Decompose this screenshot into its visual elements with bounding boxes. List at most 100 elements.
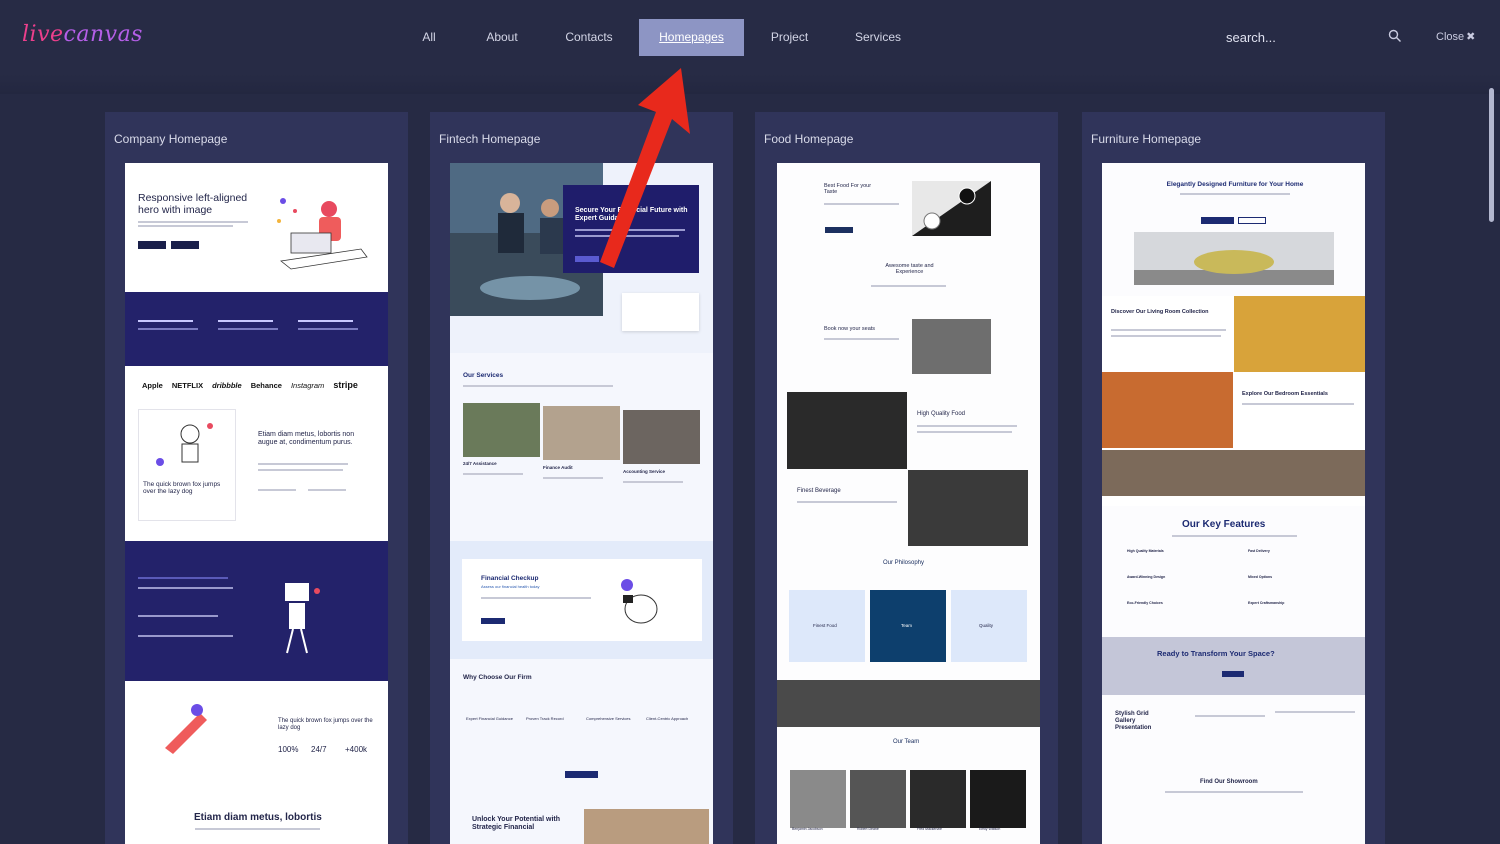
logo[interactable]: livecanvas — [22, 22, 143, 47]
team-photo — [790, 770, 846, 828]
text-line — [218, 328, 278, 330]
close-icon: ✖ — [1466, 31, 1476, 43]
text-line — [917, 425, 1017, 427]
furniture-preview-thumbnail[interactable]: Elegantly Designed Furniture for Your Ho… — [1102, 163, 1365, 844]
feature-item: Fast Delivery — [1248, 549, 1270, 553]
nav-item-contacts[interactable]: Contacts — [558, 19, 620, 56]
nav-item-services[interactable]: Services — [848, 19, 908, 56]
text-line — [623, 481, 683, 483]
nav-item-all[interactable]: All — [409, 19, 449, 56]
restaurant-photo — [912, 319, 991, 374]
rocket-illustration — [165, 704, 207, 754]
text-line — [1195, 715, 1265, 717]
awesome-title: Awesome taste and Experience — [885, 263, 934, 276]
team-member-name: Fred Mackenzie — [917, 827, 942, 831]
logo-dribbble: dribbble — [212, 380, 242, 390]
nav-item-homepages[interactable]: Homepages — [639, 19, 744, 56]
text-line — [463, 385, 613, 387]
service-col-title: 24/7 Assistance — [463, 461, 497, 466]
homepage-card-fintech[interactable]: Fintech Homepage Secure Your Financial F… — [430, 112, 733, 844]
text-line — [824, 338, 899, 340]
homepage-card-furniture[interactable]: Furniture Homepage Elegantly Designed Fu… — [1082, 112, 1385, 844]
service-col-title: Finance Audit — [543, 465, 573, 470]
text-line — [195, 828, 320, 830]
coffee-cups-photo — [912, 181, 991, 236]
cta-button — [1222, 671, 1244, 677]
hero-illustration — [277, 198, 368, 270]
robot-illustration — [285, 583, 320, 654]
services-title: Our Services — [463, 372, 504, 379]
text-line — [258, 469, 343, 471]
text-line — [871, 285, 946, 287]
text-line — [218, 320, 273, 322]
text-line — [308, 489, 346, 491]
living-room-title: Discover Our Living Room Collection — [1111, 309, 1209, 315]
feature-item: Mixed Options — [1248, 575, 1273, 579]
astronaut-illustration — [156, 423, 213, 466]
google-play-badge — [171, 241, 199, 249]
food-preview-thumbnail[interactable]: Best Food For your Taste Awesome taste a… — [777, 163, 1040, 844]
card-title: Company Homepage — [114, 132, 228, 146]
search-input[interactable] — [1226, 27, 1376, 47]
nav-item-project[interactable]: Project — [762, 19, 817, 56]
piggy-bank-illustration — [621, 579, 658, 624]
text-line — [824, 203, 899, 205]
fintech-preview-thumbnail[interactable]: Secure Your Financial Future with Expert… — [450, 163, 713, 844]
team-photo — [850, 770, 906, 828]
stat-value: 24/7 — [311, 745, 327, 754]
team-member-name: Emily Watson — [979, 827, 1001, 831]
hero-title: Responsive left-aligned hero with image — [138, 192, 248, 217]
philosophy-col-title: Team — [901, 623, 913, 628]
team-member-name: Benjamin Jacobson — [792, 827, 823, 831]
stats-title: The quick brown fox jumps over the lazy … — [278, 718, 373, 731]
hero-title: Secure Your Financial Future with Expert… — [575, 207, 688, 223]
stat-value: 100% — [278, 745, 299, 754]
feature-item: Expert Craftsmanship — [1248, 601, 1285, 605]
text-line — [543, 477, 603, 479]
text-line — [1275, 711, 1355, 713]
service-photo — [543, 406, 620, 460]
text-line — [258, 489, 296, 491]
philosophy-title: Our Philosophy — [883, 560, 925, 566]
stat-value: +400k — [345, 745, 368, 754]
card-title: Fintech Homepage — [439, 132, 541, 146]
bar-photo — [787, 392, 907, 469]
search-icon[interactable] — [1388, 29, 1402, 43]
scrollbar[interactable] — [1489, 88, 1494, 222]
feature-title: Etiam diam metus, lobortis non augue at,… — [258, 431, 355, 447]
close-button[interactable]: Close ✖ — [1436, 30, 1475, 43]
cta-title: Ready to Transform Your Space? — [1157, 649, 1275, 658]
glasses-photo — [908, 470, 1028, 546]
top-bar: livecanvas All About Contacts Homepages … — [0, 0, 1500, 74]
philosophy-col-title: Quality — [979, 623, 994, 628]
card-title: Furniture Homepage — [1091, 132, 1202, 146]
team-photo — [970, 770, 1026, 828]
gallery-title: Stylish Grid Gallery Presentation — [1115, 711, 1152, 731]
checkup-card — [462, 559, 702, 641]
company-preview-thumbnail[interactable]: Responsive left-aligned hero with image … — [125, 163, 388, 844]
text-line — [258, 463, 348, 465]
text-line — [481, 597, 591, 599]
checkup-button — [481, 618, 505, 624]
hero-title: Elegantly Designed Furniture for Your Ho… — [1166, 181, 1304, 188]
why-col-title: Expert Financial Guidance — [466, 716, 513, 721]
homepage-card-food[interactable]: Food Homepage Best Food For your Taste A… — [755, 112, 1058, 844]
text-line — [575, 229, 685, 231]
contact-info-card — [622, 293, 699, 331]
text-line — [1242, 403, 1354, 405]
logo-apple: Apple — [142, 380, 163, 390]
close-label: Close — [1436, 31, 1465, 43]
why-col-title: Proven Track Record — [526, 716, 564, 721]
text-line — [1111, 335, 1221, 337]
high-quality-title: High Quality Food — [917, 411, 966, 417]
feature-item: High Quality Materials — [1127, 549, 1164, 553]
homepage-card-company[interactable]: Company Homepage Responsive left-aligned… — [105, 112, 408, 844]
image-caption: The quick brown fox jumps over the lazy … — [143, 481, 221, 496]
why-col-title: Client-Centric Approach — [646, 716, 689, 721]
finest-title: Finest Beverage — [797, 488, 841, 494]
team-photo — [910, 770, 966, 828]
nav-item-about[interactable]: About — [476, 19, 528, 56]
best-food-title: Best Food For your Taste — [824, 183, 872, 196]
text-line — [463, 473, 523, 475]
hero-cta-button — [575, 256, 599, 262]
